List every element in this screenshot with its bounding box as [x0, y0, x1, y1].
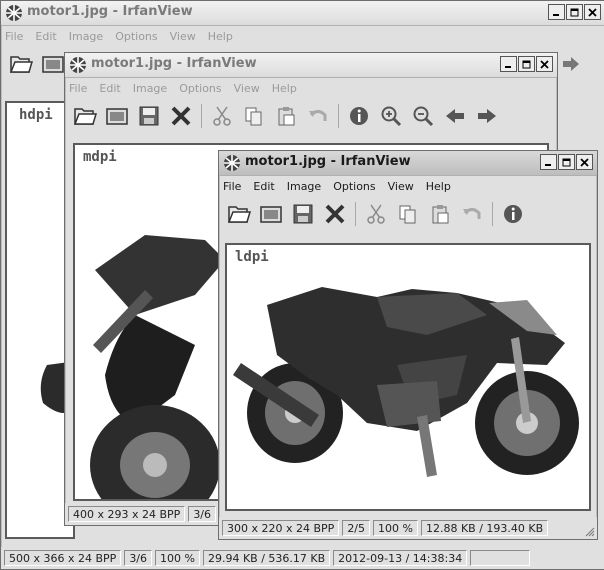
menu-options[interactable]: Options: [115, 30, 157, 43]
zoom-in-icon[interactable]: [377, 102, 405, 130]
status-filesize: 12.88 KB / 193.40 KB: [420, 520, 549, 536]
delete-icon[interactable]: [321, 200, 349, 228]
window-ldpi[interactable]: motor1.jpg - IrfanView File Edit Image O…: [218, 150, 598, 540]
irfanview-app-icon: [6, 5, 22, 21]
delete-icon[interactable]: [167, 102, 195, 130]
resize-grip-icon[interactable]: [583, 525, 595, 537]
status-index: 2/5: [342, 520, 371, 536]
save-icon[interactable]: [289, 200, 317, 228]
undo-icon[interactable]: [458, 200, 486, 228]
slideshow-icon[interactable]: [257, 200, 285, 228]
zoom-out-icon[interactable]: [409, 102, 437, 130]
status-datetime: 2012-09-13 / 14:38:34: [333, 550, 468, 566]
status-index: 3/6: [188, 506, 217, 522]
statusbar: 300 x 220 x 24 BPP 2/5 100 % 12.88 KB / …: [219, 517, 597, 539]
close-button[interactable]: [576, 154, 593, 170]
slideshow-icon[interactable]: [103, 102, 131, 130]
next-icon[interactable]: [557, 50, 585, 78]
copy-icon[interactable]: [240, 102, 268, 130]
next-icon[interactable]: [473, 102, 501, 130]
maximize-button[interactable]: [558, 154, 575, 170]
menu-view[interactable]: View: [388, 180, 414, 193]
close-button[interactable]: [536, 56, 553, 72]
menu-edit[interactable]: Edit: [99, 82, 120, 95]
menu-edit[interactable]: Edit: [35, 30, 56, 43]
menu-image[interactable]: Image: [133, 82, 167, 95]
toolbar-separator: [338, 104, 339, 128]
status-dimensions: 500 x 366 x 24 BPP: [4, 550, 122, 566]
menu-options[interactable]: Options: [333, 180, 375, 193]
menu-image[interactable]: Image: [287, 180, 321, 193]
undo-icon[interactable]: [304, 102, 332, 130]
menu-view[interactable]: View: [234, 82, 260, 95]
status-zoom: 100 %: [155, 550, 200, 566]
window-title: motor1.jpg - IrfanView: [91, 56, 257, 71]
toolbar-separator: [492, 202, 493, 226]
status-dimensions: 300 x 220 x 24 BPP: [222, 520, 340, 536]
status-filesize: 29.94 KB / 536.17 KB: [202, 550, 331, 566]
close-button[interactable]: [584, 4, 601, 20]
info-icon[interactable]: [345, 102, 373, 130]
menu-file[interactable]: File: [5, 30, 23, 43]
menu-file[interactable]: File: [69, 82, 87, 95]
menu-view[interactable]: View: [170, 30, 196, 43]
copy-icon[interactable]: [394, 200, 422, 228]
status-index: 3/6: [124, 550, 153, 566]
window-title: motor1.jpg - IrfanView: [245, 154, 411, 169]
menu-help[interactable]: Help: [272, 82, 297, 95]
open-icon[interactable]: [71, 102, 99, 130]
previous-icon[interactable]: [441, 102, 469, 130]
menu-image[interactable]: Image: [69, 30, 103, 43]
open-icon[interactable]: [7, 50, 35, 78]
menubar: File Edit Image Options View Help: [65, 78, 557, 98]
image-canvas: ldpi: [225, 243, 591, 511]
toolbar: [65, 99, 557, 133]
paste-icon[interactable]: [426, 200, 454, 228]
irfanview-app-icon: [70, 57, 86, 73]
slideshow-icon[interactable]: [39, 50, 67, 78]
paste-icon[interactable]: [272, 102, 300, 130]
window-title: motor1.jpg - IrfanView: [27, 4, 193, 19]
status-empty: [470, 550, 531, 566]
cut-icon[interactable]: [208, 102, 236, 130]
maximize-button[interactable]: [566, 4, 583, 20]
minimize-button[interactable]: [548, 4, 565, 20]
titlebar[interactable]: motor1.jpg - IrfanView: [1, 1, 604, 26]
menu-options[interactable]: Options: [179, 82, 221, 95]
info-icon[interactable]: [499, 200, 527, 228]
open-icon[interactable]: [225, 200, 253, 228]
status-zoom: 100 %: [373, 520, 418, 536]
menu-help[interactable]: Help: [426, 180, 451, 193]
save-icon[interactable]: [135, 102, 163, 130]
minimize-button[interactable]: [500, 56, 517, 72]
menu-edit[interactable]: Edit: [253, 180, 274, 193]
status-dimensions: 400 x 293 x 24 BPP: [68, 506, 186, 522]
titlebar[interactable]: motor1.jpg - IrfanView: [219, 151, 597, 176]
menu-file[interactable]: File: [223, 180, 241, 193]
cut-icon[interactable]: [362, 200, 390, 228]
motorcycle-image: [233, 287, 579, 477]
maximize-button[interactable]: [518, 56, 535, 72]
toolbar-separator: [355, 202, 356, 226]
toolbar-separator: [201, 104, 202, 128]
statusbar: 500 x 366 x 24 BPP 3/6 100 % 29.94 KB / …: [1, 547, 604, 569]
menu-help[interactable]: Help: [208, 30, 233, 43]
menubar: File Edit Image Options View Help: [1, 26, 604, 46]
toolbar: [219, 197, 597, 231]
minimize-button[interactable]: [540, 154, 557, 170]
irfanview-app-icon: [224, 155, 240, 171]
menubar: File Edit Image Options View Help: [219, 176, 597, 196]
titlebar[interactable]: motor1.jpg - IrfanView: [65, 53, 557, 78]
